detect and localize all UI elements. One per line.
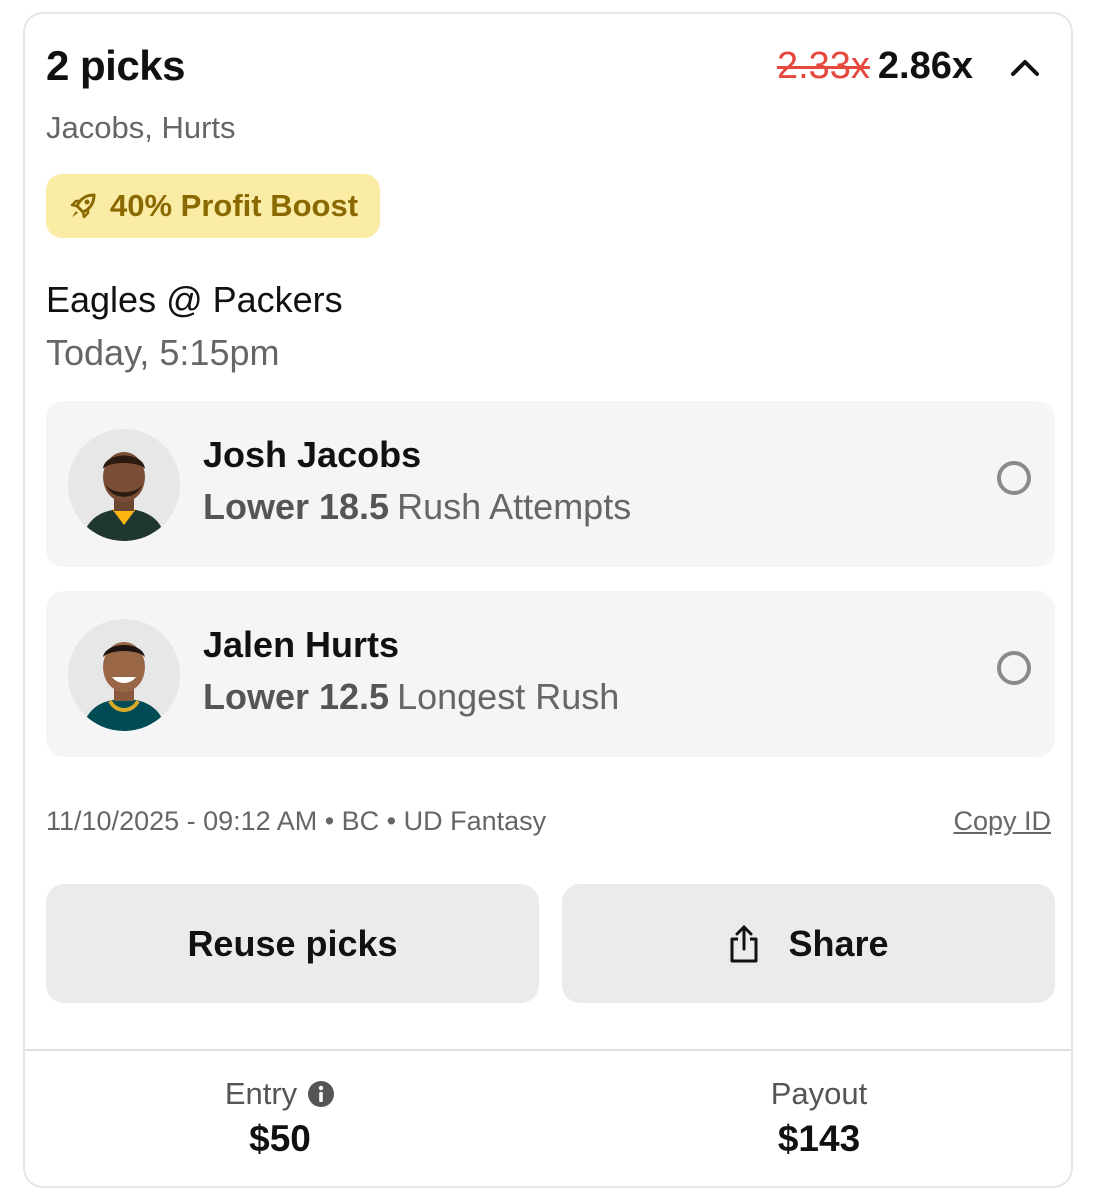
payout-label: Payout: [770, 1076, 868, 1111]
pick-direction: Lower 18.5: [203, 486, 390, 527]
entry-meta: 11/10/2025 - 09:12 AM • BC • UD Fantasy: [46, 806, 547, 836]
pick-line: Lower 18.5 Rush Attempts: [203, 486, 631, 528]
share-label: Share: [788, 922, 889, 964]
profit-boost-badge: 40% Profit Boost: [46, 174, 381, 238]
player-name: Josh Jacobs: [203, 434, 422, 475]
footer-divider: [25, 1049, 1071, 1051]
info-icon[interactable]: [307, 1080, 335, 1108]
copy-id-link[interactable]: Copy ID: [953, 806, 1051, 837]
pick-row[interactable]: Josh Jacobs Lower 18.5 Rush Attempts: [46, 401, 1055, 567]
player-name: Jalen Hurts: [203, 624, 400, 665]
picks-subtitle: Jacobs, Hurts: [46, 110, 236, 145]
entry-stat: Entry $50: [130, 1076, 430, 1160]
pick-status-radio[interactable]: [997, 461, 1031, 495]
reuse-picks-button[interactable]: Reuse picks: [46, 884, 539, 1003]
entry-value: $50: [249, 1118, 311, 1159]
new-multiplier: 2.86x: [877, 45, 973, 87]
pick-line: Lower 12.5 Longest Rush: [203, 676, 619, 718]
chevron-up-icon[interactable]: [1007, 52, 1043, 82]
multiplier: 2.33x 2.86x: [777, 45, 973, 88]
rocket-icon: [70, 193, 96, 219]
player-avatar: [68, 429, 180, 541]
pick-status-radio[interactable]: [997, 651, 1031, 685]
pick-stat: Longest Rush: [397, 676, 620, 717]
pick-row[interactable]: Jalen Hurts Lower 12.5 Longest Rush: [46, 591, 1055, 757]
game-matchup: Eagles @ Packers: [46, 279, 343, 320]
player-avatar: [68, 619, 180, 731]
entry-label-row: Entry: [225, 1076, 335, 1112]
payout-value: $143: [777, 1118, 861, 1159]
entry-card: 2 picks 2.33x 2.86x Jacobs, Hurts 40% Pro…: [23, 12, 1073, 1188]
entry-label: Entry: [224, 1076, 298, 1111]
share-button[interactable]: Share: [562, 884, 1055, 1003]
old-multiplier: 2.33x: [776, 45, 870, 87]
picks-title: 2 picks: [46, 42, 185, 89]
pick-stat: Rush Attempts: [397, 486, 632, 527]
reuse-picks-label: Reuse picks: [187, 922, 398, 964]
share-icon: [730, 925, 758, 962]
game-time: Today, 5:15pm: [46, 332, 280, 373]
pick-direction: Lower 12.5: [203, 676, 390, 717]
payout-stat: Payout $143: [669, 1076, 969, 1160]
profit-boost-label: 40% Profit Boost: [110, 188, 359, 223]
